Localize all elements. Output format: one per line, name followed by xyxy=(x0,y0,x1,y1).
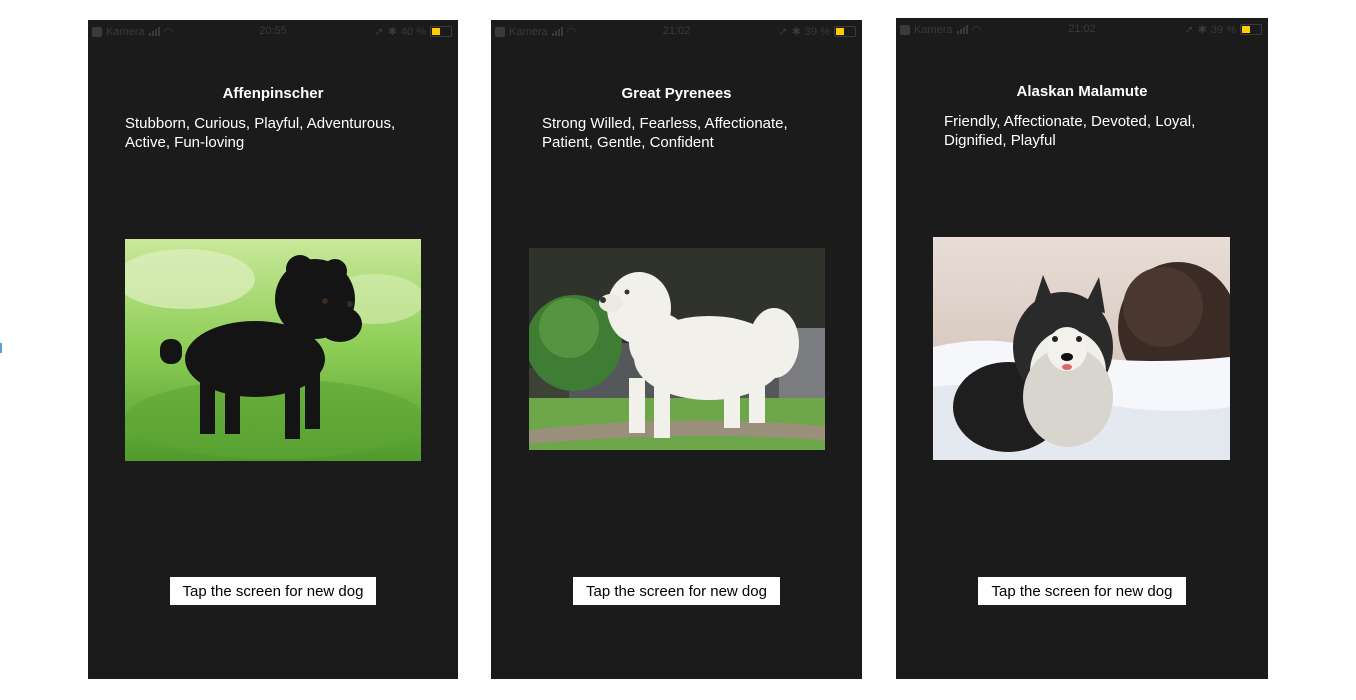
phone-screen-great-pyrenees[interactable]: Kamera ◠ 21:02 ➚ ✱ 39 % Great Pyrenees S… xyxy=(491,20,862,679)
battery-icon xyxy=(430,26,452,37)
breed-name: Alaskan Malamute xyxy=(1016,83,1148,100)
bluetooth-icon: ✱ xyxy=(791,26,801,38)
dog-photo xyxy=(125,239,421,461)
dog-photo xyxy=(529,248,825,450)
phone-screen-alaskan-malamute[interactable]: Kamera ◠ 21:02 ➚ ✱ 39 % Alaskan Malamute… xyxy=(896,18,1268,679)
breed-name: Great Pyrenees xyxy=(621,85,732,102)
traits-line: Dignified, Playful xyxy=(944,132,1056,149)
location-icon: ➚ xyxy=(778,26,788,38)
traits-line: Friendly, Affectionate, Devoted, Loyal, xyxy=(944,113,1196,130)
new-dog-button[interactable]: Tap the screen for new dog xyxy=(573,577,780,605)
traits-line: Active, Fun-loving xyxy=(125,134,245,151)
battery-icon xyxy=(834,26,856,37)
breed-name: Affenpinscher xyxy=(222,85,324,102)
breed-traits: Strong Willed, Fearless, Affectionate, P… xyxy=(542,114,788,152)
new-dog-button[interactable]: Tap the screen for new dog xyxy=(170,577,376,605)
status-bar: Kamera ◠ 21:02 ➚ ✱ 39 % xyxy=(491,20,862,42)
location-icon: ➚ xyxy=(374,26,384,38)
new-dog-button[interactable]: Tap the screen for new dog xyxy=(978,577,1186,605)
breed-traits: Stubborn, Curious, Playful, Adventurous,… xyxy=(125,114,395,152)
breed-traits: Friendly, Affectionate, Devoted, Loyal, … xyxy=(944,112,1195,150)
traits-line: Strong Willed, Fearless, Affectionate, xyxy=(542,115,788,132)
traits-line: Patient, Gentle, Confident xyxy=(542,134,714,151)
battery-percent: 40 % xyxy=(400,25,426,38)
dog-photo xyxy=(933,237,1230,460)
edge-marker xyxy=(0,343,5,353)
status-bar: Kamera ◠ 20:55 ➚ ✱ 40 % xyxy=(88,20,458,42)
battery-icon xyxy=(1240,24,1262,35)
status-bar: Kamera ◠ 21:02 ➚ ✱ 39 % xyxy=(896,18,1268,40)
traits-line: Stubborn, Curious, Playful, Adventurous, xyxy=(125,115,396,132)
phone-screen-affenpinscher[interactable]: Kamera ◠ 20:55 ➚ ✱ 40 % Affenpinscher St… xyxy=(88,20,458,679)
bluetooth-icon: ✱ xyxy=(387,26,397,38)
battery-percent: 39 % xyxy=(1210,23,1236,36)
bluetooth-icon: ✱ xyxy=(1197,24,1207,36)
location-icon: ➚ xyxy=(1184,24,1194,36)
battery-percent: 39 % xyxy=(804,25,830,38)
